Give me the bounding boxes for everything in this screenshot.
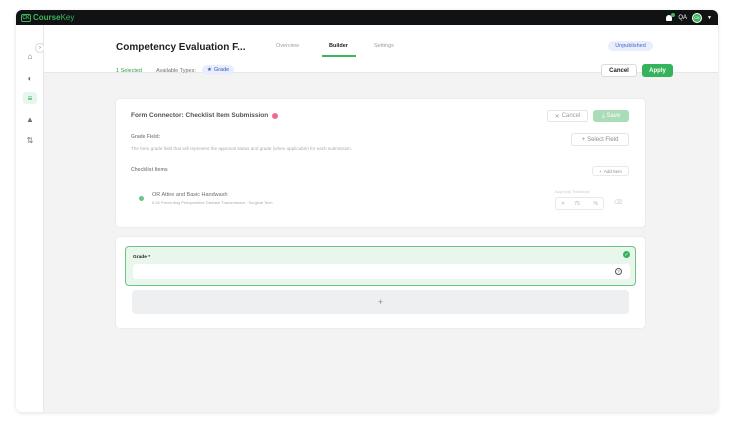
page-title: Competency Evaluation F... — [116, 42, 246, 53]
check-icon: ✓ — [623, 251, 630, 258]
graduation-cap-icon[interactable]: ▲ — [23, 113, 37, 125]
user-area: QA CK ▼ — [665, 10, 712, 25]
connector-title-text: Form Connector: Checklist Item Submissio… — [131, 112, 269, 119]
tab-overview[interactable]: Overview — [276, 43, 299, 49]
download-icon: ⤓ — [601, 112, 605, 119]
threshold-value: 75 — [574, 200, 580, 207]
grade-field-description: The form grade field that will represent… — [131, 146, 353, 151]
avatar[interactable]: CK — [692, 12, 703, 23]
connector-cancel-label: Cancel — [561, 113, 581, 119]
active-tab-indicator — [322, 55, 356, 57]
connector-cancel-button[interactable]: ✕ Cancel — [547, 110, 588, 122]
type-chip-label: Grade — [213, 67, 230, 73]
checklist-status-icon — [139, 196, 144, 201]
tab-builder[interactable]: Builder — [329, 43, 348, 49]
page-header: Competency Evaluation F... Overview Buil… — [44, 25, 718, 77]
form-connector-card: Form Connector: Checklist Item Submissio… — [116, 99, 645, 227]
select-field-label: Select Field — [587, 136, 619, 143]
grade-field-label: Grade Field: — [131, 134, 161, 140]
sort-icon[interactable]: ⇅ — [23, 134, 37, 146]
connector-save-label: Save — [606, 113, 621, 119]
approval-threshold-label: Approval Threshold — [555, 189, 590, 194]
cancel-button[interactable]: Cancel — [601, 64, 637, 77]
tab-settings[interactable]: Settings — [374, 43, 394, 49]
home-icon[interactable]: ⌂ — [23, 50, 37, 62]
type-chip-grade[interactable]: ★ Grade — [202, 65, 235, 75]
available-types-label: Available Types: — [156, 68, 196, 74]
approval-threshold-input[interactable]: ✕ 75 % — [555, 197, 604, 210]
grade-field-card: Grade * ✓ ? + — [116, 237, 645, 328]
close-icon: ✕ — [554, 113, 560, 120]
warning-icon — [272, 112, 279, 119]
notification-bell-icon[interactable] — [665, 12, 676, 22]
threshold-unit: % — [593, 200, 598, 207]
top-bar: CK CourseKey QA CK ▼ — [16, 10, 718, 25]
chat-icon[interactable]: ● — [23, 407, 37, 413]
plus-icon: + — [599, 168, 602, 174]
add-field-button[interactable]: + — [132, 290, 629, 314]
sidebar: › ⌂ ◐ ≡ ▲ ⇅ ● — [16, 25, 45, 413]
palette-icon[interactable]: ◐ — [23, 72, 37, 84]
add-item-label: Add Item — [603, 168, 622, 174]
selected-count: 1 Selected — [116, 68, 142, 74]
status-badge: Unpublished — [608, 41, 653, 51]
close-icon[interactable]: ✕ — [561, 201, 565, 207]
star-icon: ★ — [207, 67, 212, 73]
trash-icon[interactable]: ⌫ — [614, 199, 622, 206]
checklist-items-label: Checklist Items — [131, 167, 168, 173]
apply-button[interactable]: Apply — [642, 64, 673, 77]
connector-save-button[interactable]: ⤓ Save — [593, 110, 629, 122]
grade-field-container[interactable]: Grade * ✓ ? — [125, 246, 636, 286]
checklist-item-subtitle: 6.25 Preventing Perioperative Disease Tr… — [152, 200, 273, 205]
app-window: CK CourseKey QA CK ▼ › ⌂ ◐ ≡ ▲ ⇅ ● Compe… — [16, 10, 718, 412]
add-item-button[interactable]: + Add Item — [592, 166, 629, 176]
select-field-button[interactable]: + Select Field — [571, 133, 629, 146]
user-initials: QA — [678, 14, 688, 21]
list-icon[interactable]: ≡ — [23, 92, 37, 104]
notification-dot — [671, 12, 676, 17]
connector-title: Form Connector: Checklist Item Submissio… — [131, 112, 279, 119]
help-icon[interactable]: ? — [615, 268, 622, 275]
logo-icon: CK — [21, 13, 31, 22]
checklist-item-title: OR Attire and Basic Handwash — [152, 192, 228, 198]
logo-text-key: Key — [60, 13, 75, 22]
grade-label: Grade * — [133, 255, 151, 260]
plus-icon: + — [581, 136, 586, 143]
logo[interactable]: CK CourseKey — [21, 13, 74, 22]
logo-text-course: Course — [33, 13, 61, 22]
chevron-down-icon[interactable]: ▼ — [707, 15, 712, 21]
grade-input[interactable] — [133, 264, 630, 279]
